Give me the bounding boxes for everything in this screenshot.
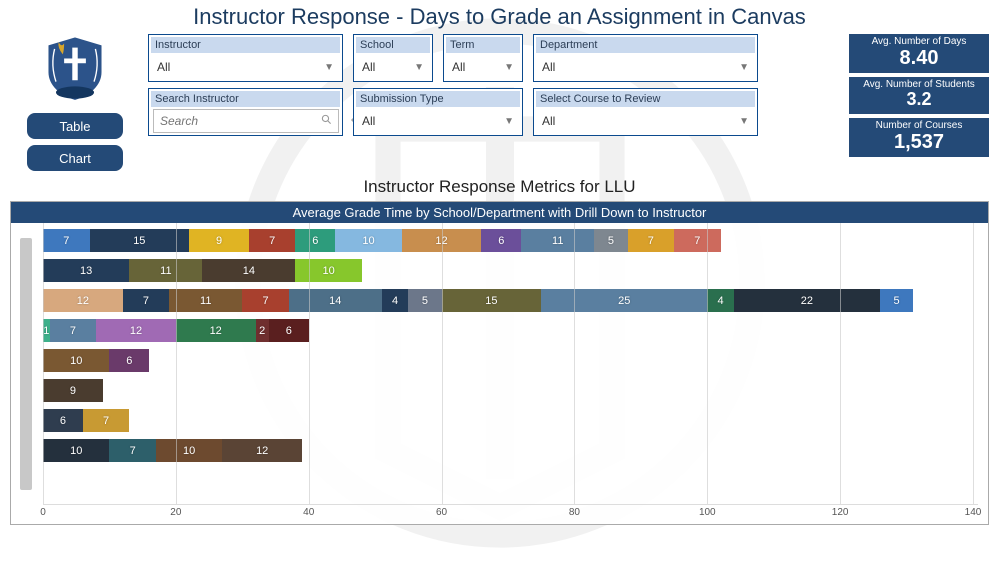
x-axis-tick: 40 [303,507,314,518]
bar-segment[interactable]: 7 [674,229,721,252]
bar-segment[interactable]: 6 [43,409,83,432]
chevron-down-icon: ▼ [324,62,334,73]
bar-segment[interactable]: 12 [43,289,123,312]
bar-segment[interactable]: 10 [335,229,401,252]
filter-instructor[interactable]: Instructor All▼ [148,34,343,82]
bar-segment[interactable]: 2 [256,319,269,342]
bar-segment[interactable]: 6 [269,319,309,342]
bar-segment[interactable]: 11 [129,259,202,282]
filter-course[interactable]: Select Course to Review All▼ [533,88,758,136]
chevron-down-icon: ▼ [739,116,749,127]
bar-segment[interactable]: 7 [83,409,130,432]
left-nav: Table Chart [10,34,140,171]
x-axis-tick: 100 [699,507,716,518]
filter-label: Instructor [151,37,340,53]
x-axis-tick: 0 [40,507,46,518]
chart-title: Average Grade Time by School/Department … [11,202,988,223]
chevron-down-icon: ▼ [504,116,514,127]
chevron-down-icon: ▼ [504,62,514,73]
filter-school[interactable]: School All▼ [353,34,433,82]
bar-segment[interactable]: 5 [594,229,627,252]
bar-segment[interactable]: 11 [169,289,242,312]
chart-panel: Average Grade Time by School/Department … [10,201,989,525]
search-icon[interactable] [321,114,332,128]
table-button[interactable]: Table [27,113,123,139]
bar-segment[interactable]: 6 [109,349,149,372]
stat-avg-days: Avg. Number of Days 8.40 [849,34,989,73]
chart-bar[interactable]: 7159761012611577 [43,229,978,252]
bar-segment[interactable]: 6 [295,229,335,252]
bar-segment[interactable]: 4 [707,289,734,312]
bar-segment[interactable]: 22 [734,289,880,312]
bar-segment[interactable]: 10 [43,439,109,462]
bar-segment[interactable]: 7 [123,289,170,312]
chart-bar[interactable]: 106 [43,349,978,372]
x-axis-tick: 80 [569,507,580,518]
search-input[interactable] [160,114,317,128]
bar-segment[interactable]: 6 [481,229,521,252]
filters: Instructor All▼ School All▼ Term All▼ De… [148,34,841,136]
bar-segment[interactable]: 10 [295,259,361,282]
filter-department[interactable]: Department All▼ [533,34,758,82]
stat-num-courses: Number of Courses 1,537 [849,118,989,157]
section-title: Instructor Response Metrics for LLU [10,177,989,197]
x-axis-tick: 20 [170,507,181,518]
chart-bar[interactable]: 67 [43,409,978,432]
bar-segment[interactable]: 4 [382,289,409,312]
bar-segment[interactable]: 9 [189,229,249,252]
bar-segment[interactable]: 12 [176,319,256,342]
bar-segment[interactable]: 1 [43,319,50,342]
bar-segment[interactable]: 5 [408,289,441,312]
chevron-down-icon: ▼ [414,62,424,73]
bar-segment[interactable]: 5 [880,289,913,312]
chart-button[interactable]: Chart [27,145,123,171]
bar-segment[interactable]: 12 [96,319,176,342]
stat-avg-students: Avg. Number of Students 3.2 [849,77,989,114]
bar-segment[interactable]: 7 [109,439,156,462]
bar-segment[interactable]: 15 [442,289,542,312]
chart-bar[interactable]: 13111410 [43,259,978,282]
bar-segment[interactable]: 7 [43,229,90,252]
page-title: Instructor Response - Days to Grade an A… [10,4,989,30]
bar-segment[interactable]: 7 [249,229,296,252]
x-axis-tick: 140 [965,507,982,518]
school-emblem [41,34,109,107]
x-axis-tick: 60 [436,507,447,518]
bar-segment[interactable]: 7 [50,319,97,342]
bar-segment[interactable]: 12 [222,439,302,462]
bar-segment[interactable]: 15 [90,229,190,252]
filter-term[interactable]: Term All▼ [443,34,523,82]
x-axis: 020406080100120140 [43,504,978,524]
y-axis-placeholder [11,223,41,504]
bar-segment[interactable]: 14 [289,289,382,312]
stat-cards: Avg. Number of Days 8.40 Avg. Number of … [849,34,989,157]
filter-search-instructor: Search Instructor [148,88,343,136]
chart-rows[interactable]: 7159761012611577131114101271171445152542… [41,223,988,504]
chevron-down-icon: ▼ [739,62,749,73]
bar-segment[interactable]: 25 [541,289,707,312]
bar-segment[interactable]: 11 [521,229,594,252]
chart-bar[interactable]: 9 [43,379,978,402]
bar-segment[interactable]: 10 [43,349,109,372]
chart-bar[interactable]: 17121226 [43,319,978,342]
bar-segment[interactable]: 7 [628,229,675,252]
bar-segment[interactable]: 7 [242,289,289,312]
chart-bar[interactable]: 1071012 [43,439,978,462]
filter-submission-type[interactable]: Submission Type All▼ [353,88,523,136]
x-axis-tick: 120 [832,507,849,518]
bar-segment[interactable]: 13 [43,259,129,282]
bar-segment[interactable]: 14 [202,259,295,282]
bar-segment[interactable]: 12 [402,229,482,252]
chart-bar[interactable]: 127117144515254225 [43,289,978,312]
bar-segment[interactable]: 10 [156,439,222,462]
bar-segment[interactable]: 9 [43,379,103,402]
